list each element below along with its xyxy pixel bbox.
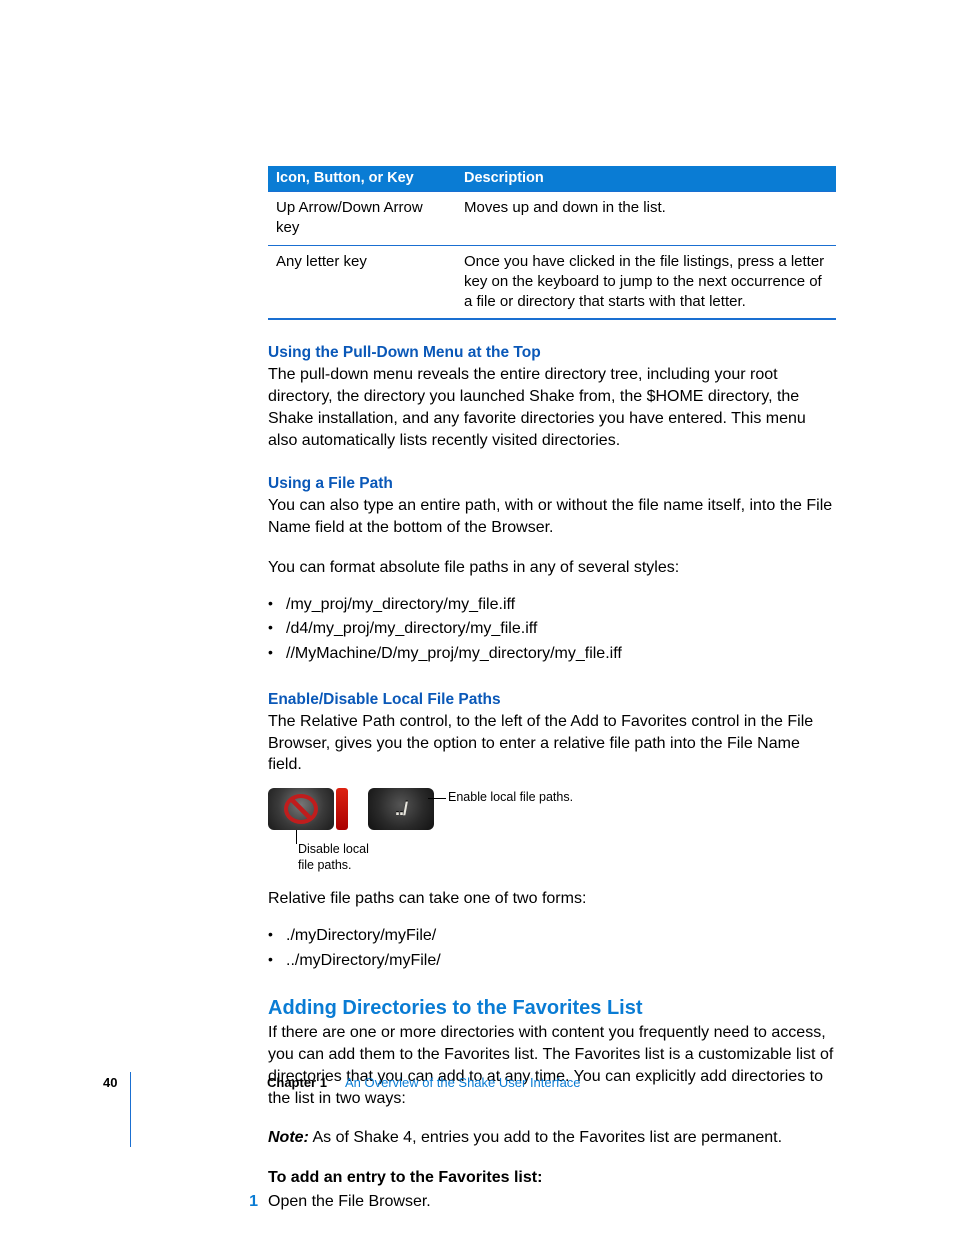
- step-text: Open the File Browser.: [268, 1193, 431, 1211]
- page-footer: 40 Chapter 1 An Overview of the Shake Us…: [103, 1075, 836, 1090]
- bullet-list: /my_proj/my_directory/my_file.iff /d4/my…: [268, 593, 836, 667]
- table-row: Up Arrow/Down Arrow key Moves up and dow…: [268, 192, 836, 246]
- note-text: Note: As of Shake 4, entries you add to …: [268, 1127, 836, 1149]
- table-cell: Moves up and down in the list.: [456, 192, 836, 246]
- figure: ../ Enable local file paths. Disable loc…: [268, 788, 836, 870]
- body-text: The Relative Path control, to the left o…: [268, 711, 836, 776]
- table-cell: Up Arrow/Down Arrow key: [268, 192, 456, 246]
- table-header: Icon, Button, or Key: [268, 166, 456, 192]
- table-cell: Once you have clicked in the file listin…: [456, 245, 836, 319]
- callout-label: Disable local file paths.: [298, 842, 388, 873]
- chapter-label: Chapter 1: [267, 1075, 327, 1090]
- body-text: You can also type an entire path, with o…: [268, 495, 836, 539]
- body-text: The pull-down menu reveals the entire di…: [268, 364, 836, 451]
- keys-table: Icon, Button, or Key Description Up Arro…: [268, 166, 836, 320]
- note-body: As of Shake 4, entries you add to the Fa…: [309, 1129, 782, 1146]
- page-number: 40: [103, 1075, 267, 1090]
- body-text: Relative file paths can take one of two …: [268, 888, 836, 910]
- subheading: Using a File Path: [268, 475, 836, 493]
- chapter-title: An Overview of the Shake User Interface: [345, 1075, 581, 1090]
- section-heading: Adding Directories to the Favorites List: [268, 997, 836, 1020]
- table-cell: Any letter key: [268, 245, 456, 319]
- subheading: Using the Pull-Down Menu at the Top: [268, 344, 836, 362]
- body-text: If there are one or more directories wit…: [268, 1022, 836, 1109]
- enable-local-paths-icon: ../: [368, 788, 434, 830]
- step-number: 1: [242, 1193, 258, 1211]
- body-text: You can format absolute file paths in an…: [268, 557, 836, 579]
- list-item: //MyMachine/D/my_proj/my_directory/my_fi…: [268, 642, 836, 667]
- list-item: ./myDirectory/myFile/: [268, 924, 836, 949]
- table-row: Any letter key Once you have clicked in …: [268, 245, 836, 319]
- subheading: Enable/Disable Local File Paths: [268, 691, 836, 709]
- step-row: 1 Open the File Browser.: [268, 1193, 836, 1211]
- table-header: Description: [456, 166, 836, 192]
- list-item: /d4/my_proj/my_directory/my_file.iff: [268, 617, 836, 642]
- separator-icon: [336, 788, 348, 830]
- page: Icon, Button, or Key Description Up Arro…: [0, 0, 954, 1235]
- list-item: ../myDirectory/myFile/: [268, 949, 836, 974]
- disable-local-paths-icon: [268, 788, 334, 830]
- list-item: /my_proj/my_directory/my_file.iff: [268, 593, 836, 618]
- callout-label: Enable local file paths.: [448, 790, 573, 806]
- note-label: Note:: [268, 1129, 309, 1146]
- task-heading: To add an entry to the Favorites list:: [268, 1167, 836, 1189]
- bullet-list: ./myDirectory/myFile/ ../myDirectory/myF…: [268, 924, 836, 974]
